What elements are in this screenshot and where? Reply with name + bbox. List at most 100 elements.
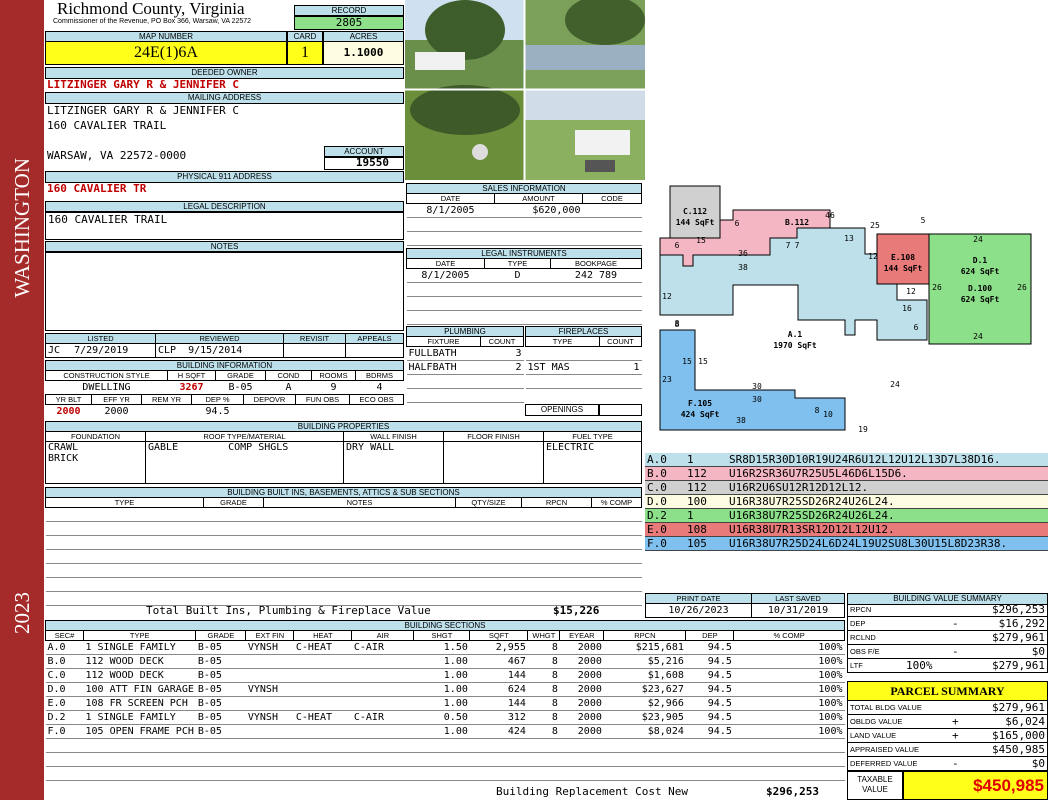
bi-qty-header: QTY/SIZE xyxy=(455,497,522,508)
map-number: 24E(1)6A xyxy=(45,41,287,65)
li-book-header: BOOKPAGE xyxy=(550,258,642,269)
summary-row: RCLND $279,961 xyxy=(847,631,1048,645)
summary-row: OBS F/E - $0 xyxy=(847,645,1048,659)
summary-sign: - xyxy=(952,645,959,658)
building-rooms: 9 xyxy=(330,382,337,394)
foundation-2: BRICK xyxy=(48,453,79,464)
floor-header: FLOOR FINISH xyxy=(443,431,544,442)
fuel-header: FUEL TYPE xyxy=(543,431,642,442)
sketch-dimension: 46 xyxy=(825,211,835,220)
deeded-owner: LITZINGER GARY R & JENNIFER C xyxy=(47,78,240,91)
li-type-header: TYPE xyxy=(484,258,551,269)
vector-count: 105 xyxy=(687,537,707,550)
section-row: E.0 108 FR SCREEN PCH B-05 1.00 144 8 2000 $2,9… xyxy=(45,697,845,711)
taxable-label-1: TAXABLE xyxy=(857,775,893,784)
section-cell: 94.5 xyxy=(707,670,732,681)
sales-code xyxy=(583,204,642,218)
section-cell: 144 xyxy=(507,670,526,681)
sketch-dimension: 19 xyxy=(858,425,868,434)
building-bdrms: 4 xyxy=(376,382,383,394)
vector-row: B.0 112 U16R2SR36U7R25U5L46D6L15D6. xyxy=(645,467,1048,481)
sketch-dimension: 38 xyxy=(738,263,748,272)
vector-sec: D.2 xyxy=(647,509,667,522)
ecoobs-header: ECO OBS xyxy=(349,394,404,405)
roof-header: ROOF TYPE/MATERIAL xyxy=(145,431,344,442)
section-cell: 2000 xyxy=(577,712,602,723)
vector-code: U16R38U7R25SD26R24U26L24. xyxy=(729,509,895,522)
section-row: B.0 112 WOOD DECK B-05 1.00 467 8 2000 $5,216 94… xyxy=(45,655,845,669)
section-cell: 1 SINGLE FAMILY xyxy=(85,642,176,653)
vector-count: 1 xyxy=(687,509,694,522)
print-date: 10/26/2023 xyxy=(645,603,752,618)
section-cell: VYNSH xyxy=(247,684,278,695)
parcel-summary: TOTAL BLDG VALUE $279,961 OBLDG VALUE + $6,0… xyxy=(847,701,1048,771)
vector-row: D.0 100 U16R38U7R25SD26R24U26L24. xyxy=(645,495,1048,509)
notes-box xyxy=(45,251,404,331)
vector-count: 100 xyxy=(687,495,707,508)
sketch-dimension: 12 xyxy=(906,287,916,296)
sketch-dimension: 30 xyxy=(752,395,762,404)
section-cell: C-AIR xyxy=(353,712,384,723)
building-cond: A xyxy=(285,382,292,394)
section-cell xyxy=(246,697,294,711)
sections-header: SEC# xyxy=(45,630,84,641)
foundation-1: CRAWL xyxy=(48,442,79,453)
section-cell: 8 xyxy=(551,698,558,709)
section-cell: 624 xyxy=(507,684,526,695)
sketch-dimension: 13 xyxy=(844,234,854,243)
vector-sec: D.0 xyxy=(647,495,667,508)
section-cell: $1,608 xyxy=(647,670,684,681)
fireplaces-table: TYPE COUNT 1ST MAS 1 xyxy=(525,336,642,389)
sketch-label-d100: D.100 xyxy=(968,284,992,293)
fuel-type: ELECTRIC xyxy=(543,441,642,484)
sketch-dimension: 7 xyxy=(786,241,791,250)
sketch-dimension: 38 xyxy=(736,416,746,425)
section-cell: VYNSH xyxy=(247,712,278,723)
section-cell: 2000 xyxy=(577,698,602,709)
parcel-summary-title: PARCEL SUMMARY xyxy=(847,681,1048,701)
bi-type-header: TYPE xyxy=(45,497,204,508)
depovr-header: DEPOVR xyxy=(243,394,296,405)
sketch-area-f: 424 SqFt xyxy=(681,410,720,419)
section-cell: 94.5 xyxy=(707,684,732,695)
legal-description: 160 CAVALIER TRAIL xyxy=(45,211,404,240)
bi-notes-header: NOTES xyxy=(263,497,456,508)
sections-header: WHGT xyxy=(527,630,561,641)
sketch-dimension: 26 xyxy=(932,283,942,292)
section-cell: 112 WOOD DECK xyxy=(85,670,164,681)
li-date: 8/1/2005 xyxy=(421,270,470,281)
legal-instruments-table: DATE TYPE BOOKPAGE 8/1/2005 D 242 789 xyxy=(406,258,642,325)
section-cell: C-HEAT xyxy=(295,712,332,723)
sections-header: GRADE xyxy=(195,630,247,641)
section-cell: 100% xyxy=(818,684,843,695)
sketch-dimension: 36 xyxy=(738,249,748,258)
vector-count: 112 xyxy=(687,481,707,494)
sketch-label-e: E.108 xyxy=(891,253,915,262)
section-cell: B-05 xyxy=(197,684,222,695)
vector-sec: E.0 xyxy=(647,523,667,536)
section-cell: B-05 xyxy=(197,712,222,723)
sales-amount-header: AMOUNT xyxy=(494,193,583,204)
sketch-vectors: A.0 1 SR8D15R30D10R19U24R6U12L12U12L13D7L3… xyxy=(645,453,1048,551)
built-ins-table: TYPE GRADE NOTES QTY/SIZE RPCN% COMP xyxy=(45,497,642,606)
roof-type: GABLE xyxy=(148,442,179,453)
section-cell: 1 SINGLE FAMILY xyxy=(85,712,176,723)
section-row: D.2 1 SINGLE FAMILY B-05 VYNSH C-HEAT C-AIR 0.… xyxy=(45,711,845,725)
summary-key: LTF xyxy=(850,661,863,670)
hsqft-header: H SQFT xyxy=(167,370,216,381)
listed-date: 7/29/2019 xyxy=(74,345,129,356)
vector-sec: F.0 xyxy=(647,537,667,550)
year-built: 2000 xyxy=(56,406,81,418)
sketch-label-c: C.112 xyxy=(683,207,707,216)
summary-key: APPRAISED VALUE xyxy=(850,745,920,754)
section-cell: 424 xyxy=(507,726,526,737)
vector-row: A.0 1 SR8D15R30D10R19U24R6U12L12U12L13D7L3… xyxy=(645,453,1048,467)
taxable-value-label: TAXABLE VALUE xyxy=(847,771,903,800)
summary-value: $16,292 xyxy=(998,617,1045,630)
county-title: Richmond County, Virginia xyxy=(57,0,245,18)
last-saved-header: LAST SAVED xyxy=(751,593,845,604)
vector-row: E.0 108 U16R38U7R13SR12D12L12U12. xyxy=(645,523,1048,537)
vector-sec: A.0 xyxy=(647,453,667,466)
depreciation: 94.5 xyxy=(205,406,230,418)
vector-code: SR8D15R30D10R19U24R6U12L12U12L13D7L38D16… xyxy=(729,453,1001,466)
